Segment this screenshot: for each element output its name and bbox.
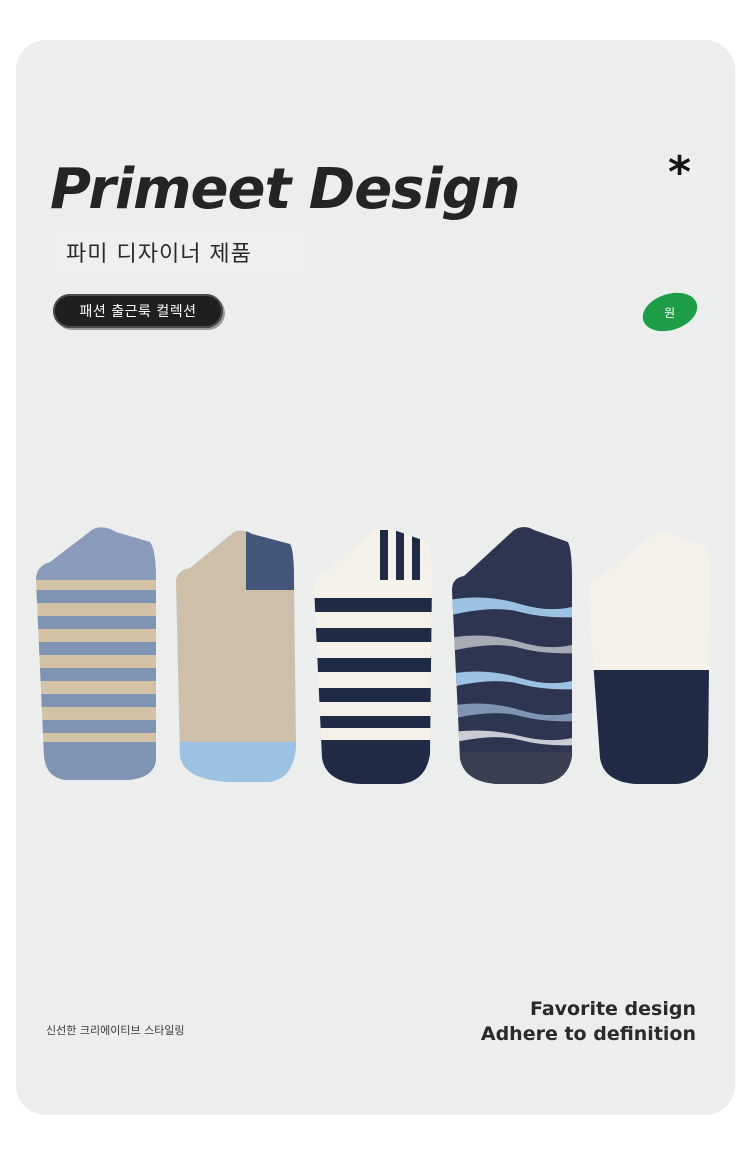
collection-pill: 패션 출근룩 컬렉션	[53, 294, 223, 328]
sock-cream-navy-stripes	[314, 526, 432, 785]
brand-title: Primeet Design	[50, 157, 521, 222]
sock-denim-striped	[36, 527, 156, 780]
collection-pill-label: 패션 출근룩 컬렉션	[79, 304, 197, 320]
badge-label: 원	[664, 305, 676, 320]
socks-image	[36, 526, 710, 785]
sock-cream-navy-block	[588, 530, 710, 784]
right-caption-line1: Favorite design	[529, 998, 696, 1020]
subtitle: 파미 디자이너 제품	[66, 242, 252, 267]
left-caption: 신선한 크리에이티브 스타일링	[46, 1024, 185, 1037]
asterisk-icon: *	[668, 147, 692, 198]
right-caption: Favorite design Adhere to definition	[481, 997, 696, 1047]
sock-navy-waves	[452, 527, 572, 784]
right-caption-line2: Adhere to definition	[480, 1023, 696, 1045]
sock-beige	[176, 530, 296, 783]
page: Primeet Design * 파미 디자이너 제품 패션 출근룩 컬렉션 원	[0, 0, 750, 1152]
